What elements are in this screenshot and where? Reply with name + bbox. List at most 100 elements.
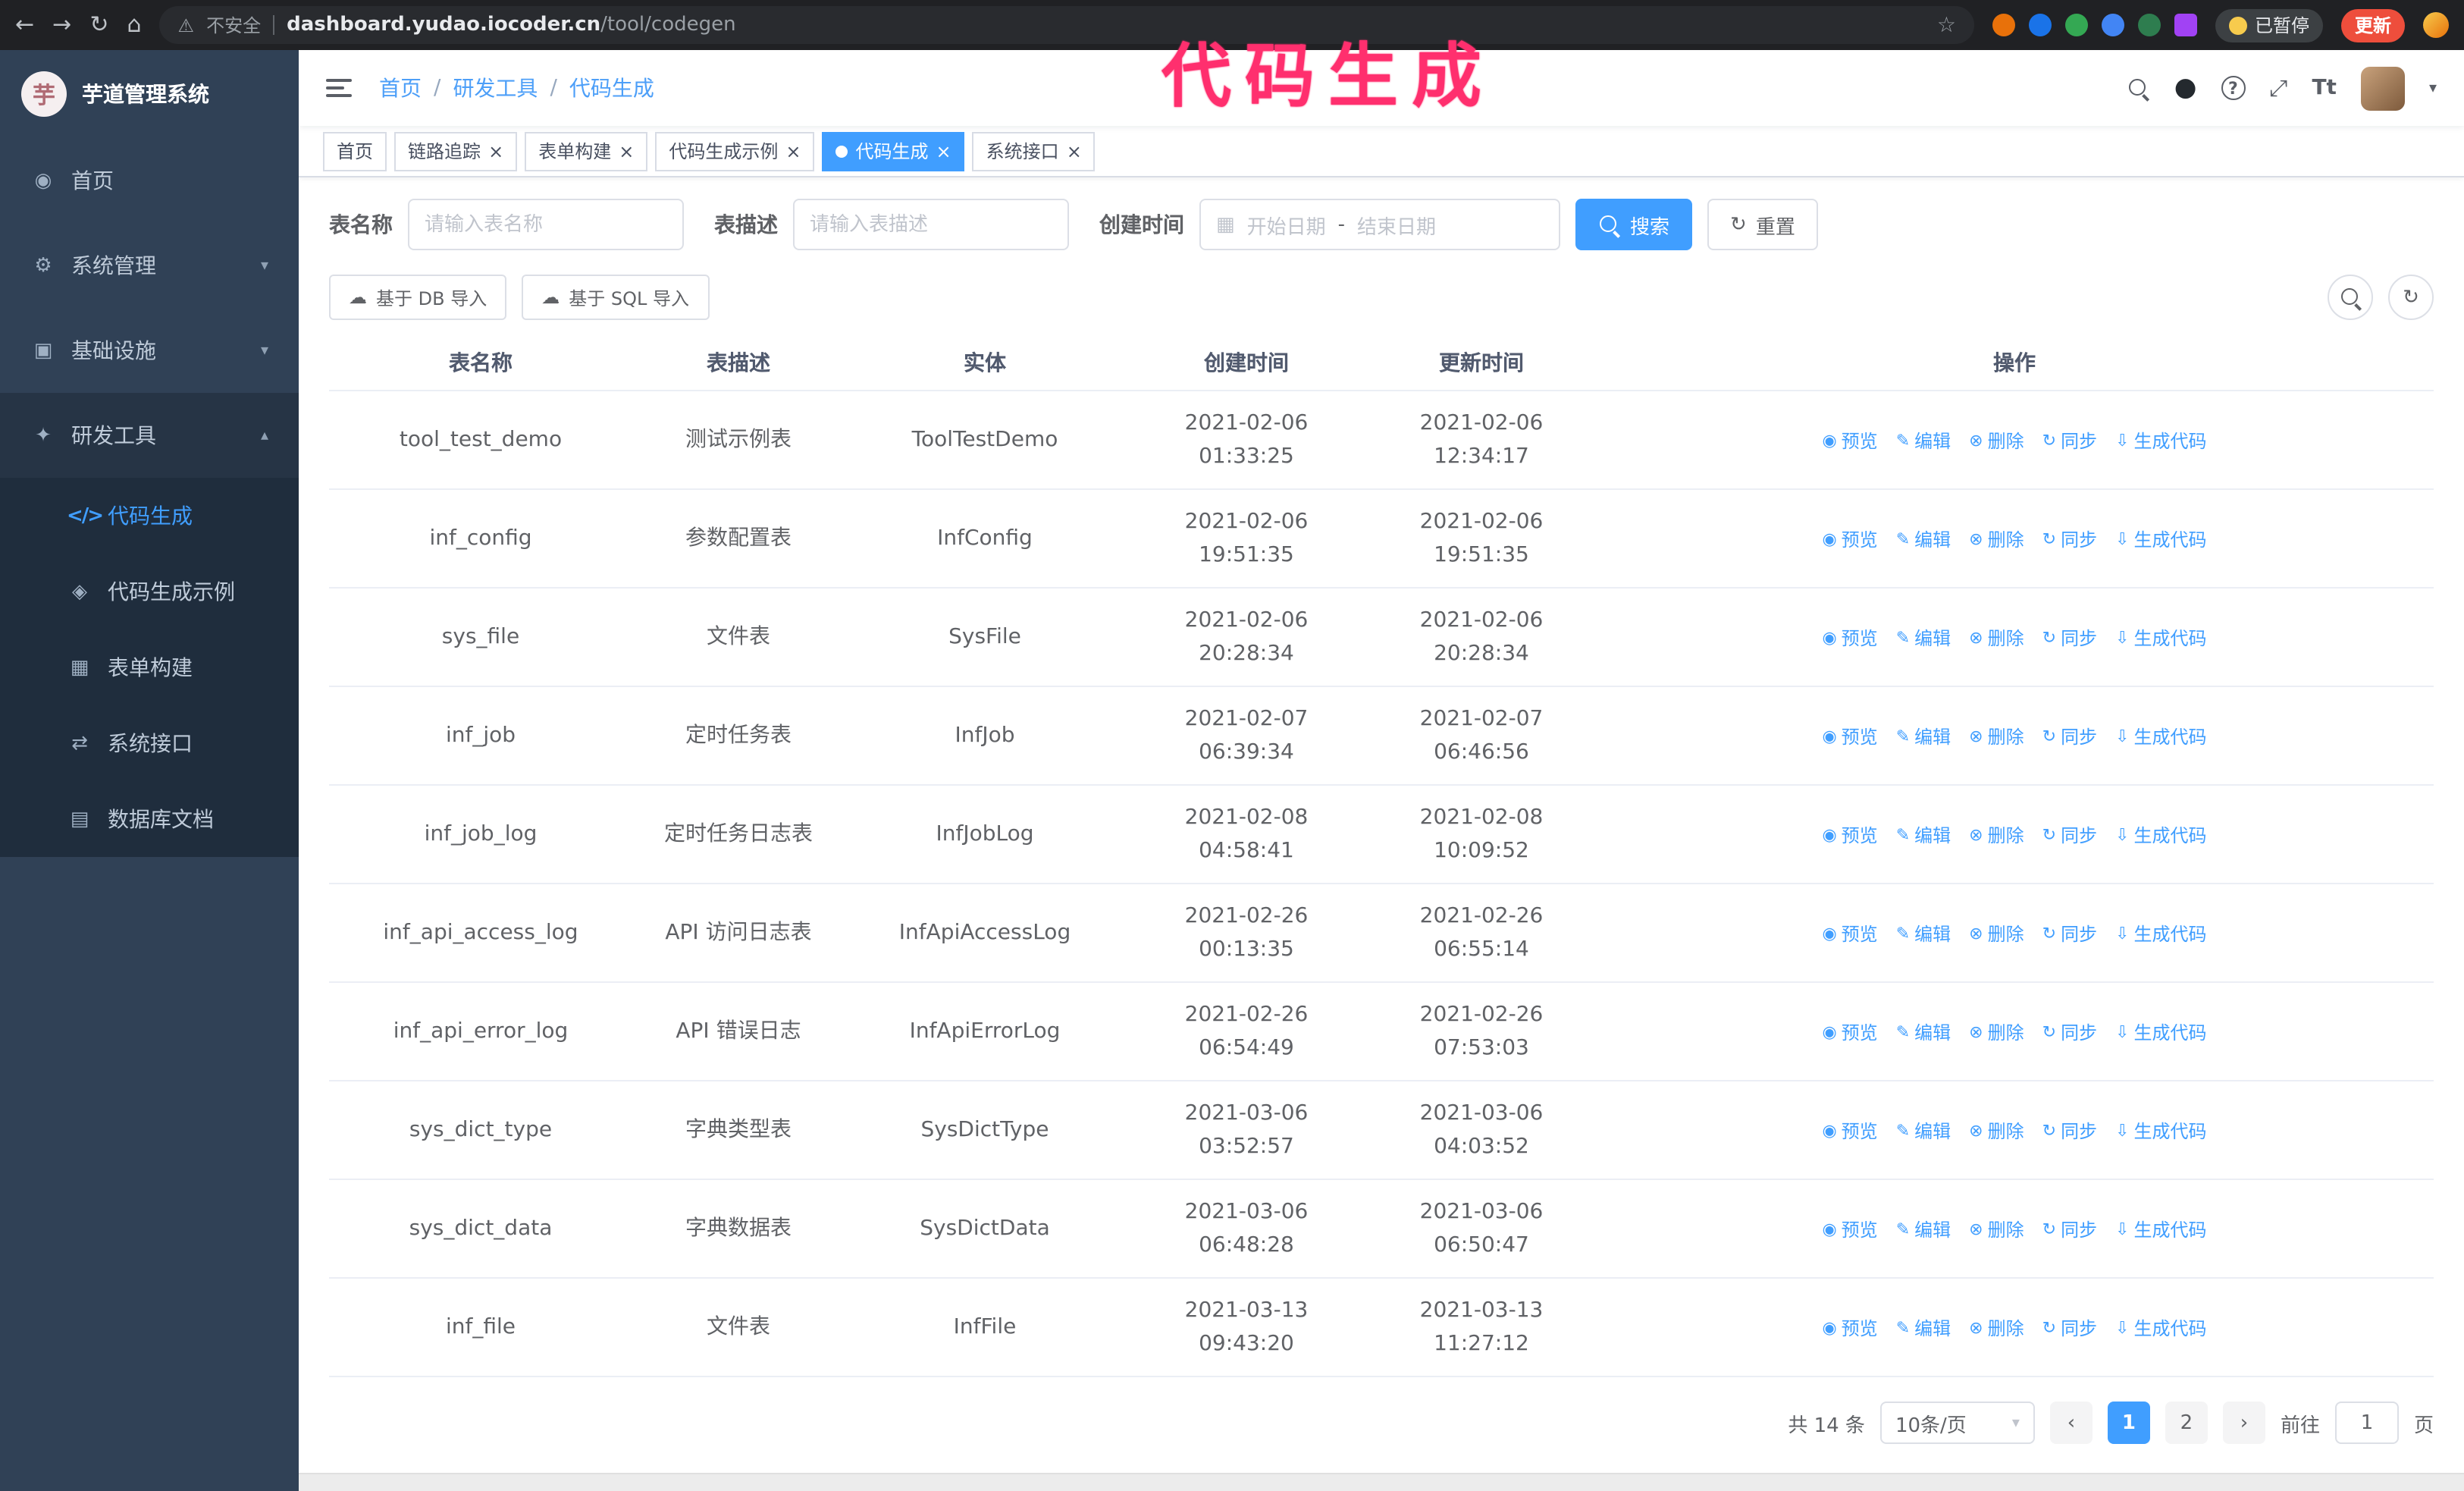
tab-代码生成[interactable]: 代码生成 × — [822, 131, 965, 171]
action-sync-link[interactable]: ↻ 同步 — [2042, 1311, 2097, 1345]
table-name-input[interactable] — [408, 199, 684, 250]
table-desc-input[interactable] — [793, 199, 1069, 250]
action-preview-link[interactable]: ◉ 预览 — [1822, 1015, 1877, 1049]
breadcrumb-dev-tools[interactable]: 研发工具 — [453, 73, 538, 103]
action-edit-link[interactable]: ✎ 编辑 — [1896, 424, 1951, 457]
search-button[interactable]: 搜索 — [1575, 199, 1693, 250]
action-edit-link[interactable]: ✎ 编辑 — [1896, 917, 1951, 950]
action-generate-link[interactable]: ⇩ 生成代码 — [2115, 424, 2206, 457]
action-preview-link[interactable]: ◉ 预览 — [1822, 523, 1877, 556]
action-sync-link[interactable]: ↻ 同步 — [2042, 720, 2097, 753]
close-icon[interactable]: × — [936, 142, 951, 160]
action-generate-link[interactable]: ⇩ 生成代码 — [2115, 523, 2206, 556]
sidebar-item-home[interactable]: ◉ 首页 — [0, 138, 299, 223]
page-size-select[interactable]: 10条/页 ▾ — [1879, 1402, 2035, 1444]
sidebar-item-api[interactable]: ⇄ 系统接口 — [0, 705, 299, 781]
page-button-2[interactable]: 2 — [2165, 1402, 2208, 1444]
next-page-button[interactable]: › — [2222, 1402, 2265, 1444]
sidebar-item-codegen-example[interactable]: ◈ 代码生成示例 — [0, 554, 299, 629]
action-delete-link[interactable]: ⊗ 删除 — [1969, 424, 2024, 457]
chevron-down-icon[interactable]: ▾ — [2429, 80, 2437, 96]
date-end-placeholder[interactable]: 结束日期 — [1357, 210, 1436, 239]
action-generate-link[interactable]: ⇩ 生成代码 — [2115, 1015, 2206, 1049]
page-button-1[interactable]: 1 — [2107, 1402, 2150, 1444]
extension-icon[interactable] — [1992, 14, 2015, 36]
fullscreen-icon[interactable]: ⤢ — [2269, 74, 2287, 102]
close-icon[interactable]: × — [488, 142, 503, 160]
action-delete-link[interactable]: ⊗ 删除 — [1969, 523, 2024, 556]
action-delete-link[interactable]: ⊗ 删除 — [1969, 1114, 2024, 1147]
action-generate-link[interactable]: ⇩ 生成代码 — [2115, 1213, 2206, 1246]
action-preview-link[interactable]: ◉ 预览 — [1822, 917, 1877, 950]
bookmark-star-icon[interactable]: ☆ — [1937, 13, 1956, 37]
action-edit-link[interactable]: ✎ 编辑 — [1896, 1213, 1951, 1246]
action-edit-link[interactable]: ✎ 编辑 — [1896, 720, 1951, 753]
help-icon[interactable]: ? — [2221, 76, 2246, 100]
reload-icon[interactable]: ↻ — [89, 13, 108, 36]
action-sync-link[interactable]: ↻ 同步 — [2042, 1015, 2097, 1049]
reset-button[interactable]: ↻ 重置 — [1707, 199, 1818, 250]
action-sync-link[interactable]: ↻ 同步 — [2042, 818, 2097, 852]
action-preview-link[interactable]: ◉ 预览 — [1822, 1114, 1877, 1147]
action-delete-link[interactable]: ⊗ 删除 — [1969, 818, 2024, 852]
home-icon[interactable]: ⌂ — [127, 13, 141, 36]
action-preview-link[interactable]: ◉ 预览 — [1822, 1213, 1877, 1246]
action-delete-link[interactable]: ⊗ 删除 — [1969, 1015, 2024, 1049]
action-sync-link[interactable]: ↻ 同步 — [2042, 523, 2097, 556]
extension-icon[interactable] — [2028, 14, 2052, 36]
action-edit-link[interactable]: ✎ 编辑 — [1896, 1015, 1951, 1049]
toggle-search-button[interactable] — [2328, 275, 2373, 320]
avatar[interactable] — [2360, 66, 2405, 110]
close-icon[interactable]: × — [785, 142, 801, 160]
search-icon[interactable] — [2127, 77, 2150, 99]
refresh-table-button[interactable]: ↻ — [2388, 275, 2434, 320]
goto-page-input[interactable] — [2334, 1402, 2399, 1444]
action-delete-link[interactable]: ⊗ 删除 — [1969, 917, 2024, 950]
tab-链路追踪[interactable]: 链路追踪 × — [394, 131, 518, 171]
action-delete-link[interactable]: ⊗ 删除 — [1969, 1311, 2024, 1345]
close-icon[interactable]: × — [1067, 142, 1082, 160]
action-generate-link[interactable]: ⇩ 生成代码 — [2115, 621, 2206, 654]
action-edit-link[interactable]: ✎ 编辑 — [1896, 818, 1951, 852]
hamburger-icon[interactable] — [326, 79, 352, 97]
app-logo[interactable]: 芋 芋道管理系统 — [0, 50, 299, 138]
action-preview-link[interactable]: ◉ 预览 — [1822, 720, 1877, 753]
sidebar-item-db-doc[interactable]: ▤ 数据库文档 — [0, 781, 299, 857]
tab-代码生成示例[interactable]: 代码生成示例 × — [655, 131, 815, 171]
close-icon[interactable]: × — [619, 142, 634, 160]
tab-表单构建[interactable]: 表单构建 × — [525, 131, 648, 171]
date-start-placeholder[interactable]: 开始日期 — [1247, 210, 1326, 239]
action-edit-link[interactable]: ✎ 编辑 — [1896, 1114, 1951, 1147]
extension-icon[interactable] — [2064, 14, 2088, 36]
action-generate-link[interactable]: ⇩ 生成代码 — [2115, 818, 2206, 852]
action-delete-link[interactable]: ⊗ 删除 — [1969, 1213, 2024, 1246]
action-sync-link[interactable]: ↻ 同步 — [2042, 917, 2097, 950]
action-sync-link[interactable]: ↻ 同步 — [2042, 1213, 2097, 1246]
import-sql-button[interactable]: ☁ 基于 SQL 导入 — [522, 275, 709, 320]
browser-profile-avatar[interactable] — [2423, 12, 2449, 38]
action-delete-link[interactable]: ⊗ 删除 — [1969, 621, 2024, 654]
action-edit-link[interactable]: ✎ 编辑 — [1896, 621, 1951, 654]
action-preview-link[interactable]: ◉ 预览 — [1822, 818, 1877, 852]
sidebar-item-dev-tools[interactable]: ✦ 研发工具 ▴ — [0, 393, 299, 478]
tab-首页[interactable]: 首页 — [323, 131, 387, 171]
update-button[interactable]: 更新 — [2340, 8, 2405, 42]
action-sync-link[interactable]: ↻ 同步 — [2042, 621, 2097, 654]
action-sync-link[interactable]: ↻ 同步 — [2042, 1114, 2097, 1147]
extension-icon[interactable] — [2137, 14, 2161, 36]
action-generate-link[interactable]: ⇩ 生成代码 — [2115, 1114, 2206, 1147]
tab-系统接口[interactable]: 系统接口 × — [972, 131, 1096, 171]
sidebar-item-infrastructure[interactable]: ▣ 基础设施 ▾ — [0, 308, 299, 393]
breadcrumb-home[interactable]: 首页 — [379, 73, 422, 103]
import-db-button[interactable]: ☁ 基于 DB 导入 — [329, 275, 507, 320]
action-edit-link[interactable]: ✎ 编辑 — [1896, 523, 1951, 556]
create-time-range-picker[interactable]: ▦ 开始日期 - 结束日期 — [1199, 199, 1560, 250]
sidebar-item-system[interactable]: ⚙ 系统管理 ▾ — [0, 223, 299, 308]
sidebar-item-codegen[interactable]: </> 代码生成 — [0, 478, 299, 554]
action-preview-link[interactable]: ◉ 预览 — [1822, 1311, 1877, 1345]
action-preview-link[interactable]: ◉ 预览 — [1822, 424, 1877, 457]
profile-paused-badge[interactable]: 已暂停 — [2215, 8, 2323, 42]
action-generate-link[interactable]: ⇩ 生成代码 — [2115, 720, 2206, 753]
action-preview-link[interactable]: ◉ 预览 — [1822, 621, 1877, 654]
back-icon[interactable]: ← — [15, 13, 34, 36]
